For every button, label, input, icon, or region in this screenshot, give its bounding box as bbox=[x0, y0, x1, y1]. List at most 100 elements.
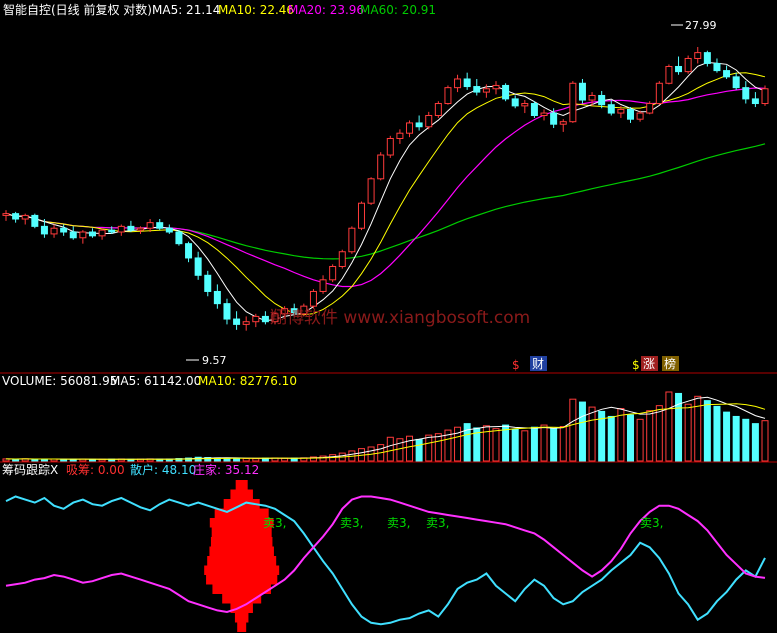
chip-distribution-bar bbox=[212, 584, 271, 594]
candle-body bbox=[98, 229, 106, 237]
volume-bar bbox=[742, 418, 750, 462]
candle-body bbox=[617, 108, 625, 114]
volume-bar bbox=[319, 455, 327, 462]
candle-body bbox=[492, 84, 500, 90]
chip-distribution-bar bbox=[207, 556, 277, 566]
candle-body bbox=[60, 227, 68, 233]
zhuangjia-readout: 庄家: 35.12 bbox=[193, 462, 259, 477]
candle-body bbox=[761, 88, 769, 105]
xichou-readout: 吸筹: 0.00 bbox=[66, 463, 125, 477]
candle-body bbox=[684, 57, 692, 73]
volume-bar bbox=[703, 400, 711, 462]
volume-bar bbox=[665, 391, 673, 462]
candle-body bbox=[723, 70, 731, 78]
finance-badge-label: 财 bbox=[532, 357, 544, 371]
ma5-readout: MA5: 21.14 bbox=[152, 3, 220, 17]
candle-body bbox=[655, 82, 663, 105]
candle-body bbox=[233, 318, 241, 325]
watermark: 翔博软件 www.xiangbosoft.com bbox=[270, 308, 530, 328]
volume-bar bbox=[569, 398, 577, 462]
volume-bar bbox=[425, 434, 433, 462]
candle-body bbox=[675, 65, 683, 73]
sell-label-1: 卖3, bbox=[263, 516, 286, 530]
candle-body bbox=[108, 229, 116, 233]
candle-body bbox=[521, 103, 529, 107]
candle-body bbox=[348, 227, 356, 253]
ma10-readout: MA10: 22.46 bbox=[218, 3, 294, 17]
volume-bar bbox=[646, 410, 654, 462]
event-mark-dollar: $ bbox=[512, 358, 520, 372]
candle-body bbox=[319, 279, 327, 292]
chip-distribution-bar bbox=[210, 537, 273, 547]
candle-body bbox=[146, 222, 154, 229]
volume-bar bbox=[723, 411, 731, 462]
volume-bar bbox=[502, 424, 510, 462]
stock-chart: 智能自控(日线 前复权 对数) MA5: 21.14 MA10: 22.46 M… bbox=[0, 0, 777, 633]
sell-label-5: 卖3, bbox=[640, 516, 663, 530]
volume-bar bbox=[252, 458, 260, 462]
candle-body bbox=[732, 76, 740, 89]
volume-bar bbox=[751, 423, 759, 462]
volume-bar bbox=[655, 405, 663, 462]
candle-body bbox=[31, 214, 39, 227]
volume-bar bbox=[511, 428, 519, 462]
volume-bar bbox=[492, 428, 500, 462]
candle-body bbox=[127, 225, 135, 231]
volume-bar bbox=[386, 436, 394, 462]
chip-distribution-bar bbox=[209, 546, 274, 556]
sell-label-3: 卖3, bbox=[387, 516, 410, 530]
candle-body bbox=[386, 137, 394, 156]
candle-body bbox=[540, 112, 548, 116]
volume-bar bbox=[540, 424, 548, 462]
volume-ma10: MA10: 82776.10 bbox=[198, 374, 297, 388]
candle-body bbox=[751, 98, 759, 105]
candle-body bbox=[454, 78, 462, 89]
candle-body bbox=[79, 231, 87, 239]
volume-bar bbox=[761, 420, 769, 462]
volume-bar bbox=[242, 457, 250, 462]
candle-body bbox=[69, 231, 77, 239]
candle-body bbox=[626, 108, 634, 120]
candle-body bbox=[588, 94, 596, 101]
candle-body bbox=[185, 243, 193, 259]
candle-body bbox=[367, 178, 375, 204]
candle-body bbox=[338, 251, 346, 267]
candle-body bbox=[12, 213, 20, 220]
candle-body bbox=[165, 227, 173, 233]
volume-bar bbox=[550, 428, 558, 462]
candle-body bbox=[646, 103, 654, 114]
volume-bar bbox=[415, 438, 423, 462]
sell-label-2: 卖3, bbox=[340, 516, 363, 530]
candle-body bbox=[329, 265, 337, 281]
candle-body bbox=[396, 132, 404, 139]
chip-distribution-bar bbox=[230, 603, 253, 613]
candle-body bbox=[502, 84, 510, 100]
chip-distribution-bar bbox=[206, 575, 278, 585]
candle-body bbox=[21, 214, 29, 220]
candle-body bbox=[137, 227, 145, 231]
candle-body bbox=[117, 225, 125, 233]
candle-body bbox=[598, 94, 606, 106]
candle-body bbox=[406, 122, 414, 134]
candle-body bbox=[194, 257, 202, 276]
volume-bar bbox=[636, 418, 644, 462]
candle-body bbox=[2, 213, 10, 216]
candle-body bbox=[578, 82, 586, 101]
candle-body bbox=[473, 86, 481, 93]
volume-bar bbox=[713, 405, 721, 462]
candle-body bbox=[40, 225, 48, 235]
volume-bar bbox=[732, 415, 740, 462]
volume-bar bbox=[607, 415, 615, 462]
volume-bar bbox=[434, 433, 442, 462]
candle-body bbox=[252, 315, 260, 323]
candle-body bbox=[175, 231, 183, 245]
candle-body bbox=[377, 154, 385, 180]
volume-bar bbox=[617, 408, 625, 462]
candle-body bbox=[742, 87, 750, 100]
candle-body bbox=[559, 121, 567, 125]
chip-panel-title: 筹码跟踪X bbox=[2, 463, 58, 477]
candle-body bbox=[223, 303, 231, 320]
candle-body bbox=[204, 274, 212, 292]
chip-distribution-bar bbox=[230, 489, 253, 499]
volume-bar bbox=[559, 426, 567, 462]
